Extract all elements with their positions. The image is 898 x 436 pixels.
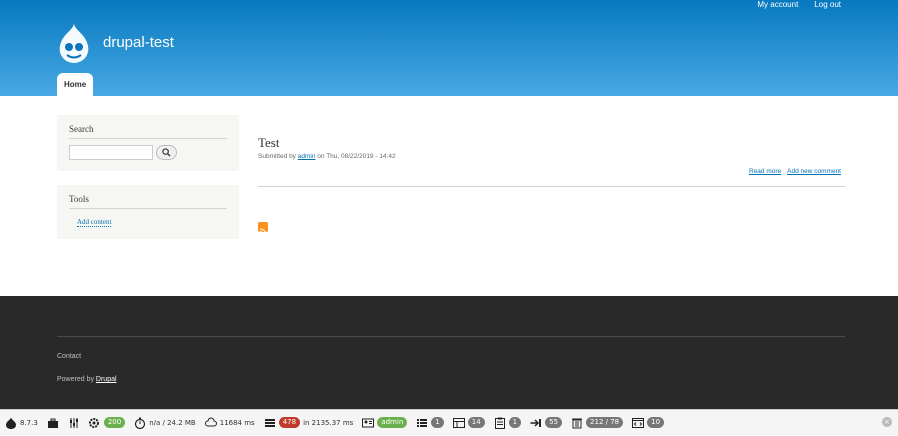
arrow-in-icon (530, 418, 542, 427)
node-links: Read more Add new comment (749, 168, 841, 175)
toolbar-request[interactable]: 200 (88, 410, 126, 436)
tab-home[interactable]: Home (57, 73, 94, 96)
divider (57, 336, 845, 337)
toolbar-views[interactable]: 14 (452, 410, 485, 436)
trash-icon (572, 418, 583, 428)
toolbar-settings[interactable] (68, 410, 80, 436)
drupal-version[interactable]: 8.7.3 (5, 410, 38, 436)
add-content-link[interactable]: Add content (77, 218, 112, 227)
table-icon (452, 417, 465, 428)
divider (69, 138, 227, 139)
sliders-icon (69, 417, 78, 428)
site-footer: Contact Powered by Drupal (0, 296, 898, 409)
site-header: My account Log out drupal-test Home (0, 0, 898, 96)
toolbar-briefcase[interactable] (47, 410, 59, 436)
submitted-info: Submitted by admin on Thu, 08/22/2019 - … (258, 153, 396, 160)
drupal-drop-icon (6, 416, 16, 429)
gear-icon (88, 417, 99, 428)
devel-toolbar: 8.7.3 200 n/a / 24.2 MB 11684 ms 478 in … (0, 409, 898, 435)
search-input[interactable] (69, 145, 153, 160)
blocks-badge: 1 (431, 417, 444, 428)
main-menu: Home (57, 73, 94, 96)
status-badge: 200 (103, 417, 126, 428)
submitted-prefix: Submitted by (258, 153, 296, 160)
divider (69, 208, 227, 209)
toolbar-database[interactable]: 478 in 2135.37 ms (264, 410, 354, 436)
toolbar-blocks[interactable]: 1 (416, 410, 444, 436)
list-icon (417, 418, 428, 427)
stopwatch-icon (135, 417, 146, 429)
tools-block: Tools Add content (57, 185, 239, 239)
toolbar-assets[interactable]: 10 (632, 410, 665, 436)
memory-text: n/a / 24.2 MB (149, 418, 196, 427)
search-block-title: Search (69, 124, 94, 134)
toolbar-events[interactable]: 55 (530, 410, 563, 436)
node-title[interactable]: Test (258, 135, 279, 151)
clipboard-icon (494, 417, 505, 429)
divider (258, 186, 845, 187)
user-card-icon (362, 418, 375, 427)
toolbar-user[interactable]: admin (362, 410, 408, 436)
search-block: Search (57, 115, 239, 171)
add-comment-link[interactable]: Add new comment (787, 168, 841, 175)
author-link[interactable]: admin (298, 153, 316, 160)
code-window-icon (632, 417, 645, 428)
events-badge: 55 (545, 417, 563, 428)
powered-by-text: Powered by (57, 376, 94, 383)
cloud-icon (204, 417, 217, 426)
briefcase-icon (47, 418, 58, 428)
cache-badge: 212 / 78 (586, 417, 624, 428)
views-badge: 14 (467, 417, 485, 428)
toolbar-forms[interactable]: 1 (494, 410, 522, 436)
assets-badge: 10 (647, 417, 665, 428)
my-account-link[interactable]: My account (757, 0, 798, 9)
log-out-link[interactable]: Log out (814, 0, 841, 9)
search-button[interactable] (156, 145, 177, 160)
queries-time-text: in 2135.37 ms (303, 418, 354, 427)
version-text: 8.7.3 (20, 418, 38, 427)
toolbar-cache[interactable]: 212 / 78 (571, 410, 624, 436)
powered-by: Powered by Drupal (57, 376, 117, 383)
toolbar-time[interactable]: 11684 ms (204, 410, 255, 436)
time-text: 11684 ms (219, 418, 255, 427)
forms-badge: 1 (508, 417, 522, 428)
tools-block-title: Tools (69, 194, 89, 204)
user-badge: admin (377, 417, 408, 428)
site-name[interactable]: drupal-test (103, 34, 174, 51)
close-toolbar-icon[interactable]: × (882, 417, 892, 427)
drupal-logo-icon[interactable] (56, 22, 92, 64)
contact-link[interactable]: Contact (57, 353, 81, 360)
queries-badge: 478 (278, 417, 301, 428)
search-icon (162, 148, 171, 157)
submitted-date: on Thu, 08/22/2019 - 14:42 (317, 153, 396, 160)
read-more-link[interactable]: Read more (749, 168, 781, 175)
toolbar-memory[interactable]: n/a / 24.2 MB (134, 410, 196, 436)
drupal-link[interactable]: Drupal (96, 376, 117, 383)
secondary-menu: My account Log out (757, 0, 841, 9)
database-icon (264, 418, 275, 427)
rss-icon[interactable] (258, 222, 268, 236)
